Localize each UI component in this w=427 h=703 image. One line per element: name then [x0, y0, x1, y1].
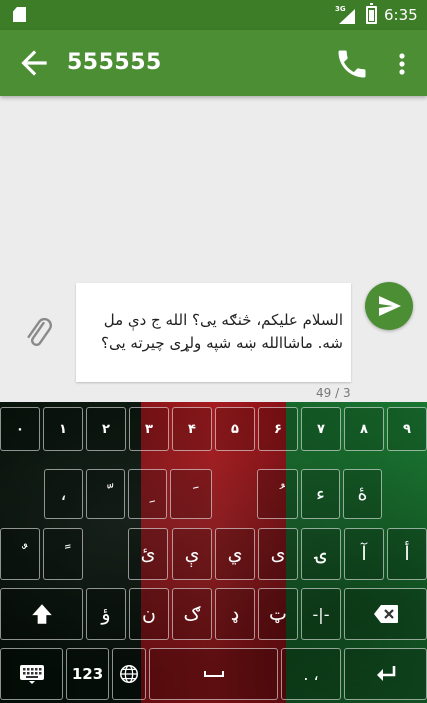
delete-key[interactable] — [344, 588, 427, 640]
key-farsi-yeh[interactable]: ی — [258, 528, 298, 580]
key-waw-hamza[interactable]: ؤ — [86, 588, 126, 640]
message-line-2: شه. ماشاالله ښه شپه ولړی چیرته یی؟ — [101, 334, 343, 352]
attach-button[interactable] — [23, 317, 55, 346]
conversation-title: 555555 — [67, 50, 162, 75]
space-key[interactable] — [149, 648, 278, 700]
key-yeh-tail[interactable]: ۍ — [301, 528, 341, 580]
numbers-key[interactable]: 123 — [66, 648, 109, 700]
key-digit-3[interactable]: ۳ — [129, 407, 169, 451]
key-zwnj[interactable]: -|- — [301, 588, 341, 640]
phone-icon — [338, 50, 366, 78]
key-damma[interactable]: ُ — [257, 469, 298, 519]
character-counter: 49 / 3 — [316, 386, 351, 400]
keyboard-settings-key[interactable] — [0, 648, 63, 700]
key-hamza[interactable]: ء — [301, 469, 340, 519]
enter-key[interactable] — [344, 648, 427, 700]
key-kasra[interactable]: ِ — [128, 469, 167, 519]
key-arabic-comma[interactable]: ، — [44, 469, 83, 519]
keyboard-icon — [19, 665, 44, 684]
key-gaf[interactable]: ګ — [172, 588, 212, 640]
space-bar-icon — [203, 671, 224, 677]
message-line-1: السلام علیکم، څنګه یی؟ الله ج دې مل — [103, 311, 343, 329]
shift-key[interactable] — [0, 588, 83, 640]
key-fathatan[interactable]: ً — [43, 528, 83, 580]
sd-card-icon — [13, 7, 26, 22]
more-vert-icon — [399, 53, 405, 75]
enter-icon — [376, 666, 395, 681]
arrow-back-icon — [21, 50, 47, 76]
key-shadda[interactable]: ّ — [86, 469, 125, 519]
more-options-button[interactable] — [390, 46, 414, 82]
message-input[interactable]: السلام علیکم، څنګه یی؟ الله ج دې مل شه. … — [76, 283, 351, 382]
key-fatha[interactable]: َ — [170, 469, 212, 519]
key-arabic-yeh[interactable]: ي — [215, 528, 255, 580]
key-dammatan[interactable]: ٌ — [0, 528, 40, 580]
key-digit-8[interactable]: ۸ — [344, 407, 384, 451]
key-heh-hamza[interactable]: ۀ — [343, 469, 382, 519]
key-yeh-hamza[interactable]: ئ — [128, 528, 168, 580]
network-type-label: 3G — [335, 5, 346, 13]
status-bar: 3G 6:35 — [0, 0, 427, 30]
back-button[interactable] — [15, 44, 53, 82]
battery-icon — [366, 3, 377, 24]
key-digit-6[interactable]: ۶ — [258, 407, 298, 451]
punctuation-key[interactable]: . ، — [281, 648, 341, 700]
shift-icon — [31, 604, 52, 624]
app-bar: 555555 — [0, 30, 427, 96]
key-noon[interactable]: ن — [129, 588, 169, 640]
language-key[interactable] — [112, 648, 146, 700]
send-button[interactable] — [365, 282, 413, 330]
call-button[interactable] — [334, 46, 370, 82]
key-digit-5[interactable]: ۵ — [215, 407, 255, 451]
key-ddal[interactable]: ډ — [215, 588, 255, 640]
key-digit-1[interactable]: ۱ — [43, 407, 83, 451]
keyboard: ۰ ۱ ۲ ۳ ۴ ۵ ۶ ۷ ۸ ۹ ، ّ ِ َ ُ ء ۀ ٌ ً ئ … — [0, 402, 427, 703]
key-digit-9[interactable]: ۹ — [387, 407, 427, 451]
key-yeh-dots[interactable]: ې — [172, 528, 212, 580]
key-digit-0[interactable]: ۰ — [0, 407, 40, 451]
key-alef-madda[interactable]: آ — [344, 528, 384, 580]
key-alef-hamza[interactable]: أ — [387, 528, 427, 580]
backspace-icon — [373, 605, 398, 623]
status-time: 6:35 — [384, 6, 418, 24]
send-icon — [379, 296, 401, 316]
key-digit-2[interactable]: ۲ — [86, 407, 126, 451]
paperclip-icon — [27, 317, 52, 346]
key-digit-4[interactable]: ۴ — [172, 407, 212, 451]
globe-icon — [120, 665, 138, 683]
key-tteh[interactable]: ټ — [258, 588, 298, 640]
key-digit-7[interactable]: ۷ — [301, 407, 341, 451]
